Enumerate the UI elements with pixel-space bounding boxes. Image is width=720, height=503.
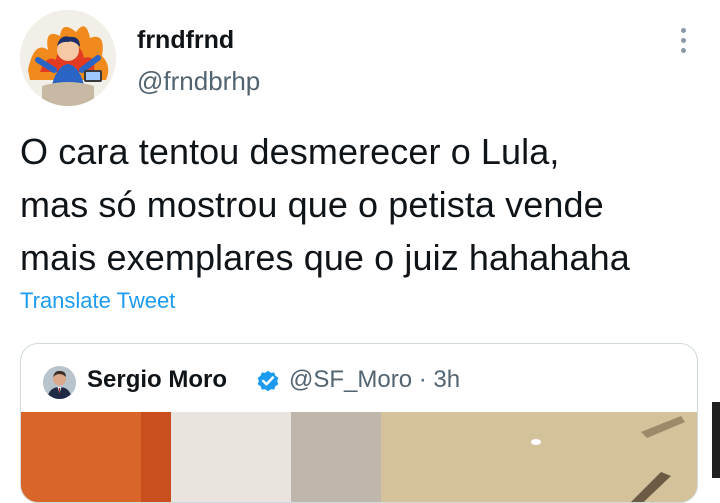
author-handle[interactable]: @frndbrhp (137, 66, 260, 97)
profile-photo-icon (43, 366, 76, 399)
translate-tweet-link[interactable]: Translate Tweet (20, 288, 175, 314)
quoted-author-name[interactable]: Sergio Moro (87, 366, 227, 394)
tweet-text: O cara tentou desmerecer o Lula, mas só … (20, 125, 710, 284)
more-options-icon[interactable] (672, 24, 696, 58)
media-photo (21, 412, 697, 502)
tweet-text-line: O cara tentou desmerecer o Lula, (20, 131, 560, 172)
quoted-tweet-card[interactable]: Sergio Moro @SF_Moro · 3h (20, 343, 698, 503)
more-dot (681, 28, 686, 33)
author-avatar[interactable] (20, 10, 116, 106)
tweet-text-line: mas só mostrou que o petista vende (20, 184, 604, 225)
quoted-handle-time[interactable]: @SF_Moro · 3h (289, 366, 460, 394)
edge-scroll-marker (712, 402, 720, 478)
more-dot (681, 48, 686, 53)
quoted-author-avatar[interactable] (43, 366, 76, 399)
verified-badge-icon (257, 370, 279, 392)
quoted-media-image[interactable] (21, 412, 697, 502)
author-display-name[interactable]: frndfrnd (137, 26, 234, 55)
tweet-text-line: mais exemplares que o juiz hahahaha (20, 237, 630, 278)
more-dot (681, 38, 686, 43)
cartoon-avatar-icon (20, 10, 116, 106)
